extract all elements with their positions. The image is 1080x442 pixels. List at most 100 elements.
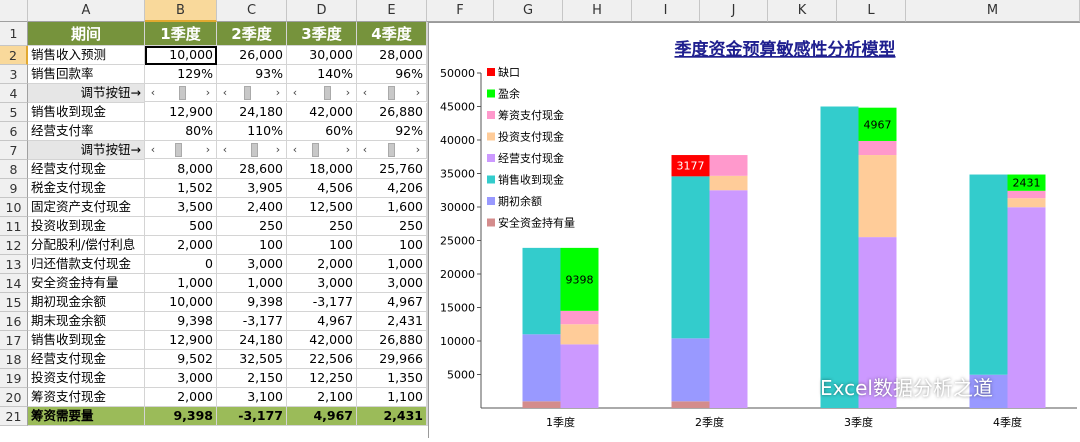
scroll-thumb[interactable]: [324, 86, 331, 100]
table-cell[interactable]: 2,000: [145, 236, 217, 255]
table-cell[interactable]: 42,000: [287, 103, 357, 122]
table-cell[interactable]: 12,250: [287, 369, 357, 388]
column-header-j[interactable]: J: [700, 0, 768, 22]
table-cell[interactable]: 2,150: [217, 369, 287, 388]
table-cell[interactable]: 2,400: [217, 198, 287, 217]
row-header-10[interactable]: 10: [0, 198, 28, 217]
column-header-d[interactable]: D: [287, 0, 357, 22]
table-cell[interactable]: 3,500: [145, 198, 217, 217]
column-header-m[interactable]: M: [906, 0, 1080, 22]
adjust-scrollbar[interactable]: ‹ ›: [145, 84, 217, 102]
table-cell[interactable]: 9,398: [217, 293, 287, 312]
column-header-i[interactable]: I: [632, 0, 700, 22]
table-cell[interactable]: 2,000: [287, 255, 357, 274]
row-header-11[interactable]: 11: [0, 217, 28, 236]
scroll-left-arrow-icon[interactable]: ‹: [359, 85, 371, 100]
table-cell[interactable]: 2,100: [287, 388, 357, 407]
table-cell[interactable]: 3,905: [217, 179, 287, 198]
row-header-15[interactable]: 15: [0, 293, 28, 312]
row-header-2[interactable]: 2: [0, 46, 28, 65]
table-cell[interactable]: 12,500: [287, 198, 357, 217]
adjust-scrollbar[interactable]: ‹ ›: [357, 141, 427, 159]
scroll-left-arrow-icon[interactable]: ‹: [359, 142, 371, 157]
table-cell[interactable]: 4,967: [357, 293, 427, 312]
table-cell[interactable]: 1,000: [357, 255, 427, 274]
table-cell[interactable]: 100: [217, 236, 287, 255]
column-header-a[interactable]: A: [28, 0, 145, 22]
table-cell[interactable]: 80%: [145, 122, 217, 141]
row-header-14[interactable]: 14: [0, 274, 28, 293]
table-cell[interactable]: 26,000: [217, 46, 287, 65]
scroll-left-arrow-icon[interactable]: ‹: [147, 142, 159, 157]
scroll-right-arrow-icon[interactable]: ›: [272, 142, 284, 157]
column-header-l[interactable]: L: [837, 0, 906, 22]
table-cell[interactable]: 96%: [357, 65, 427, 84]
table-cell[interactable]: 28,000: [357, 46, 427, 65]
table-cell[interactable]: 140%: [287, 65, 357, 84]
table-cell[interactable]: 250: [357, 217, 427, 236]
table-cell[interactable]: 1,600: [357, 198, 427, 217]
table-cell[interactable]: 1,502: [145, 179, 217, 198]
column-header-f[interactable]: F: [427, 0, 494, 22]
table-cell[interactable]: 24,180: [217, 103, 287, 122]
table-cell[interactable]: 10,000: [145, 46, 217, 65]
table-cell[interactable]: 26,880: [357, 103, 427, 122]
table-cell[interactable]: 3,000: [145, 369, 217, 388]
select-all-corner[interactable]: [0, 0, 28, 22]
column-header-g[interactable]: G: [494, 0, 563, 22]
table-cell[interactable]: 9,502: [145, 350, 217, 369]
table-cell[interactable]: -3,177: [287, 293, 357, 312]
table-cell[interactable]: 28,600: [217, 160, 287, 179]
table-cell[interactable]: 18,000: [287, 160, 357, 179]
scroll-left-arrow-icon[interactable]: ‹: [289, 142, 301, 157]
scroll-thumb[interactable]: [243, 86, 251, 100]
table-cell[interactable]: 93%: [217, 65, 287, 84]
scroll-thumb[interactable]: [312, 143, 319, 157]
scroll-thumb[interactable]: [388, 143, 395, 157]
adjust-scrollbar[interactable]: ‹ ›: [217, 141, 287, 159]
table-cell[interactable]: 10,000: [145, 293, 217, 312]
table-cell[interactable]: 100: [287, 236, 357, 255]
adjust-scrollbar[interactable]: ‹ ›: [217, 84, 287, 102]
scroll-right-arrow-icon[interactable]: ›: [202, 142, 214, 157]
row-header-17[interactable]: 17: [0, 331, 28, 350]
column-header-h[interactable]: H: [563, 0, 632, 22]
table-cell[interactable]: 92%: [357, 122, 427, 141]
scroll-left-arrow-icon[interactable]: ‹: [147, 85, 159, 100]
table-cell[interactable]: 4,967: [287, 407, 357, 426]
scroll-left-arrow-icon[interactable]: ‹: [219, 85, 231, 100]
row-header-20[interactable]: 20: [0, 388, 28, 407]
table-cell[interactable]: 9,398: [145, 312, 217, 331]
row-header-13[interactable]: 13: [0, 255, 28, 274]
table-cell[interactable]: 1,100: [357, 388, 427, 407]
adjust-scrollbar[interactable]: ‹ ›: [145, 141, 217, 159]
row-header-16[interactable]: 16: [0, 312, 28, 331]
table-cell[interactable]: 26,880: [357, 331, 427, 350]
table-cell[interactable]: 250: [287, 217, 357, 236]
table-cell[interactable]: 250: [217, 217, 287, 236]
table-cell[interactable]: 29,966: [357, 350, 427, 369]
row-header-7[interactable]: 7: [0, 141, 28, 160]
scroll-left-arrow-icon[interactable]: ‹: [219, 142, 231, 157]
table-cell[interactable]: 4,967: [287, 312, 357, 331]
table-cell[interactable]: 25,760: [357, 160, 427, 179]
table-cell[interactable]: 24,180: [217, 331, 287, 350]
scroll-right-arrow-icon[interactable]: ›: [412, 142, 424, 157]
adjust-scrollbar[interactable]: ‹ ›: [287, 141, 357, 159]
table-cell[interactable]: 1,000: [217, 274, 287, 293]
table-cell[interactable]: 30,000: [287, 46, 357, 65]
row-header-8[interactable]: 8: [0, 160, 28, 179]
table-cell[interactable]: 1,350: [357, 369, 427, 388]
row-header-6[interactable]: 6: [0, 122, 28, 141]
row-header-4[interactable]: 4: [0, 84, 28, 103]
table-cell[interactable]: 110%: [217, 122, 287, 141]
scroll-thumb[interactable]: [178, 86, 186, 100]
table-cell[interactable]: 1,000: [145, 274, 217, 293]
table-cell[interactable]: 2,000: [145, 388, 217, 407]
row-header-3[interactable]: 3: [0, 65, 28, 84]
row-header-21[interactable]: 21: [0, 407, 28, 426]
table-cell[interactable]: 2,431: [357, 312, 427, 331]
table-cell[interactable]: 4,506: [287, 179, 357, 198]
row-header-19[interactable]: 19: [0, 369, 28, 388]
row-header-1[interactable]: 1: [0, 22, 28, 46]
